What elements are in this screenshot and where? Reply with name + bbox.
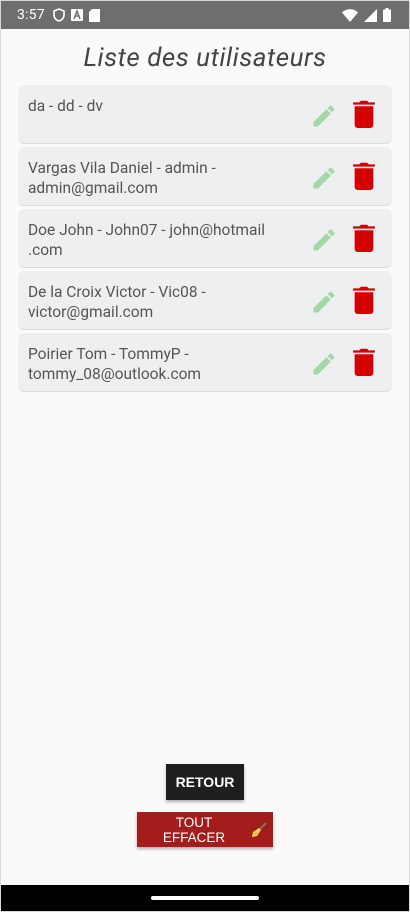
delete-trash-icon[interactable] bbox=[353, 224, 375, 252]
user-list: da - dd - dv Vargas Vila Daniel - admin -… bbox=[18, 85, 392, 395]
user-list-item[interactable]: De la Croix Victor - Vic08 - victor@gmai… bbox=[18, 271, 392, 330]
clear-all-button[interactable]: TOUT EFFACER bbox=[137, 812, 273, 847]
app-frame: 3:57 Liste des utilisateurs da - dd - dv… bbox=[0, 0, 410, 912]
user-info-text: da - dd - dv bbox=[28, 97, 103, 115]
sd-card-icon bbox=[88, 8, 100, 22]
edit-pencil-icon[interactable] bbox=[310, 164, 338, 192]
delete-trash-icon[interactable] bbox=[353, 162, 375, 190]
delete-trash-icon[interactable] bbox=[353, 100, 375, 128]
edit-pencil-icon[interactable] bbox=[310, 350, 338, 378]
status-system-icons bbox=[342, 8, 391, 22]
user-info-text: Vargas Vila Daniel - admin - admin@gmail… bbox=[28, 159, 216, 197]
home-gesture-handle[interactable] bbox=[151, 896, 259, 900]
text-a-icon bbox=[70, 9, 83, 21]
user-list-item[interactable]: da - dd - dv bbox=[18, 85, 392, 144]
broom-icon bbox=[252, 821, 267, 837]
status-time: 3:57 bbox=[17, 7, 45, 23]
user-list-item[interactable]: Doe John - John07 - john@hotmail .com bbox=[18, 209, 392, 268]
user-info-text: Doe John - John07 - john@hotmail .com bbox=[28, 221, 265, 259]
status-bar: 3:57 bbox=[1, 1, 409, 29]
user-info-text: Poirier Tom - TommyP - tommy_08@outlook.… bbox=[28, 345, 202, 383]
edit-pencil-icon[interactable] bbox=[310, 226, 338, 254]
shield-icon bbox=[52, 8, 65, 22]
delete-trash-icon[interactable] bbox=[353, 348, 375, 376]
clear-all-label: TOUT EFFACER bbox=[162, 814, 226, 845]
navigation-bar bbox=[1, 885, 409, 911]
delete-trash-icon[interactable] bbox=[353, 286, 375, 314]
page-title: Liste des utilisateurs bbox=[83, 43, 327, 73]
edit-pencil-icon[interactable] bbox=[310, 102, 338, 130]
back-button[interactable]: RETOUR bbox=[166, 764, 244, 800]
user-list-item[interactable]: Poirier Tom - TommyP - tommy_08@outlook.… bbox=[18, 333, 392, 392]
user-info-text: De la Croix Victor - Vic08 - victor@gmai… bbox=[28, 283, 206, 321]
user-list-item[interactable]: Vargas Vila Daniel - admin - admin@gmail… bbox=[18, 147, 392, 206]
battery-icon bbox=[383, 8, 391, 22]
wifi-icon bbox=[342, 8, 358, 22]
signal-icon bbox=[364, 8, 377, 22]
status-notification-icons bbox=[52, 8, 100, 22]
edit-pencil-icon[interactable] bbox=[310, 288, 338, 316]
